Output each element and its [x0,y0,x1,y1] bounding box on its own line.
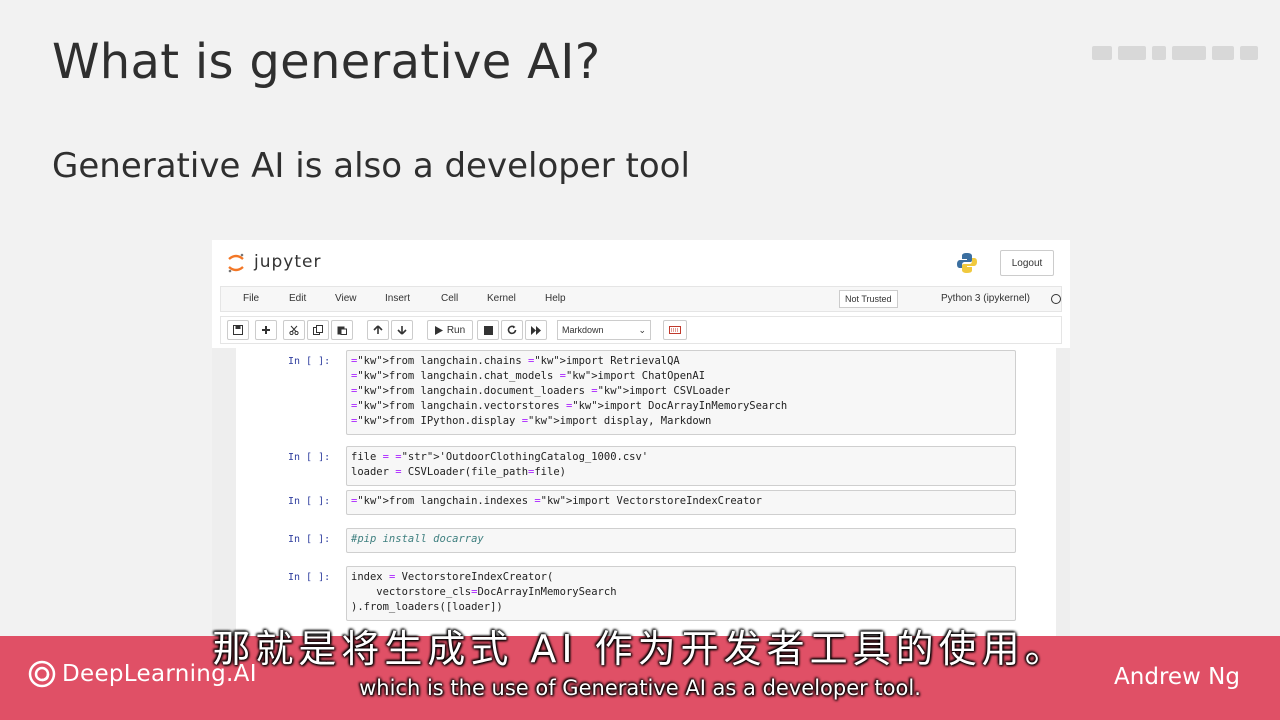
cell-type-select[interactable]: Markdown ⌄ [557,320,651,340]
toolbar: Run Markdown ⌄ [220,316,1062,344]
jupyter-window: jupyter Logout File Edit View Insert Cel… [212,240,1070,640]
code-line: ="kw">from langchain.vectorstores ="kw">… [351,400,788,412]
subtitle-english: which is the use of Generative AI as a d… [359,676,921,700]
menu-file[interactable]: File [243,293,259,304]
code-line: vectorstore_cls=DocArrayInMemorySearch [351,586,617,598]
save-button[interactable] [227,320,249,340]
logout-button[interactable]: Logout [1000,250,1054,276]
fast-forward-icon [531,325,541,335]
notebook-page: In [ ]: ="kw">from langchain.chains ="kw"… [236,348,1056,640]
run-label: Run [446,324,466,336]
paste-icon [337,326,347,335]
cell-prompt: In [ ]: [288,496,331,507]
keyboard-icon [669,326,681,334]
code-line: ="kw">from IPython.display ="kw">import … [351,415,712,427]
command-palette-button[interactable] [663,320,687,340]
code-cell[interactable]: ="kw">from langchain.indexes ="kw">impor… [346,490,1016,515]
menu-cell[interactable]: Cell [441,293,458,304]
jupyter-logo-icon [228,253,244,273]
menu-insert[interactable]: Insert [385,293,410,304]
run-button[interactable]: Run [427,320,473,340]
save-icon [233,325,243,335]
copy-icon [313,325,323,335]
cell-prompt: In [ ]: [288,452,331,463]
code-cell[interactable]: file = ="str">'OutdoorClothingCatalog_10… [346,446,1016,486]
add-cell-button[interactable] [255,320,277,340]
menu-kernel[interactable]: Kernel [487,293,516,304]
code-line: ="kw">from langchain.chat_models ="kw">i… [351,370,706,382]
chevron-down-icon: ⌄ [638,325,646,335]
menu-bar: File Edit View Insert Cell Kernel Help N… [220,286,1062,312]
code-line: ="kw">from langchain.document_loaders ="… [351,385,731,397]
watermark [1078,40,1258,66]
code-line: #pip install docarray [351,533,484,545]
kernel-name: Python 3 (ipykernel) [941,293,1030,304]
move-up-icon [373,325,383,334]
cut-icon [289,325,299,335]
restart-icon [507,325,517,335]
code-line: file = ="str">'OutdoorClothingCatalog_10… [351,451,649,463]
code-line: loader = CSVLoader(file_path=file) [351,466,566,478]
interrupt-button[interactable] [477,320,499,340]
cell-prompt: In [ ]: [288,534,331,545]
cell-type-value: Markdown [562,325,604,335]
code-line: index = VectorstoreIndexCreator( [351,571,554,583]
move-up-button[interactable] [367,320,389,340]
code-line: ="kw">from langchain.chains ="kw">import… [351,355,680,367]
code-line: ="kw">from langchain.indexes ="kw">impor… [351,495,762,507]
restart-button[interactable] [501,320,523,340]
notebook-area: In [ ]: ="kw">from langchain.chains ="kw"… [212,348,1070,640]
jupyter-header: jupyter Logout [212,240,1070,284]
python-logo-icon [957,253,977,273]
copy-button[interactable] [307,320,329,340]
code-cell[interactable]: #pip install docarray [346,528,1016,553]
cell-prompt: In [ ]: [288,356,331,367]
run-all-button[interactable] [525,320,547,340]
stop-icon [483,325,493,335]
menu-view[interactable]: View [335,293,357,304]
subtitle-chinese: 那就是将生成式 AI 作为开发者工具的使用。 [212,627,1068,671]
run-icon [434,325,443,335]
paste-button[interactable] [331,320,353,340]
cell-prompt: In [ ]: [288,572,331,583]
move-down-button[interactable] [391,320,413,340]
not-trusted-button[interactable]: Not Trusted [839,290,898,308]
menu-edit[interactable]: Edit [289,293,306,304]
menu-help[interactable]: Help [545,293,566,304]
slide-title: What is generative AI? [52,34,601,90]
code-line: ).from_loaders([loader]) [351,601,503,613]
slide-subtitle: Generative AI is also a developer tool [52,146,690,186]
kernel-status-icon [1051,294,1061,304]
move-down-icon [397,326,407,335]
jupyter-brand: jupyter [254,252,322,272]
add-icon [262,326,270,334]
code-cell[interactable]: index = VectorstoreIndexCreator( vectors… [346,566,1016,621]
code-cell[interactable]: ="kw">from langchain.chains ="kw">import… [346,350,1016,435]
cut-button[interactable] [283,320,305,340]
